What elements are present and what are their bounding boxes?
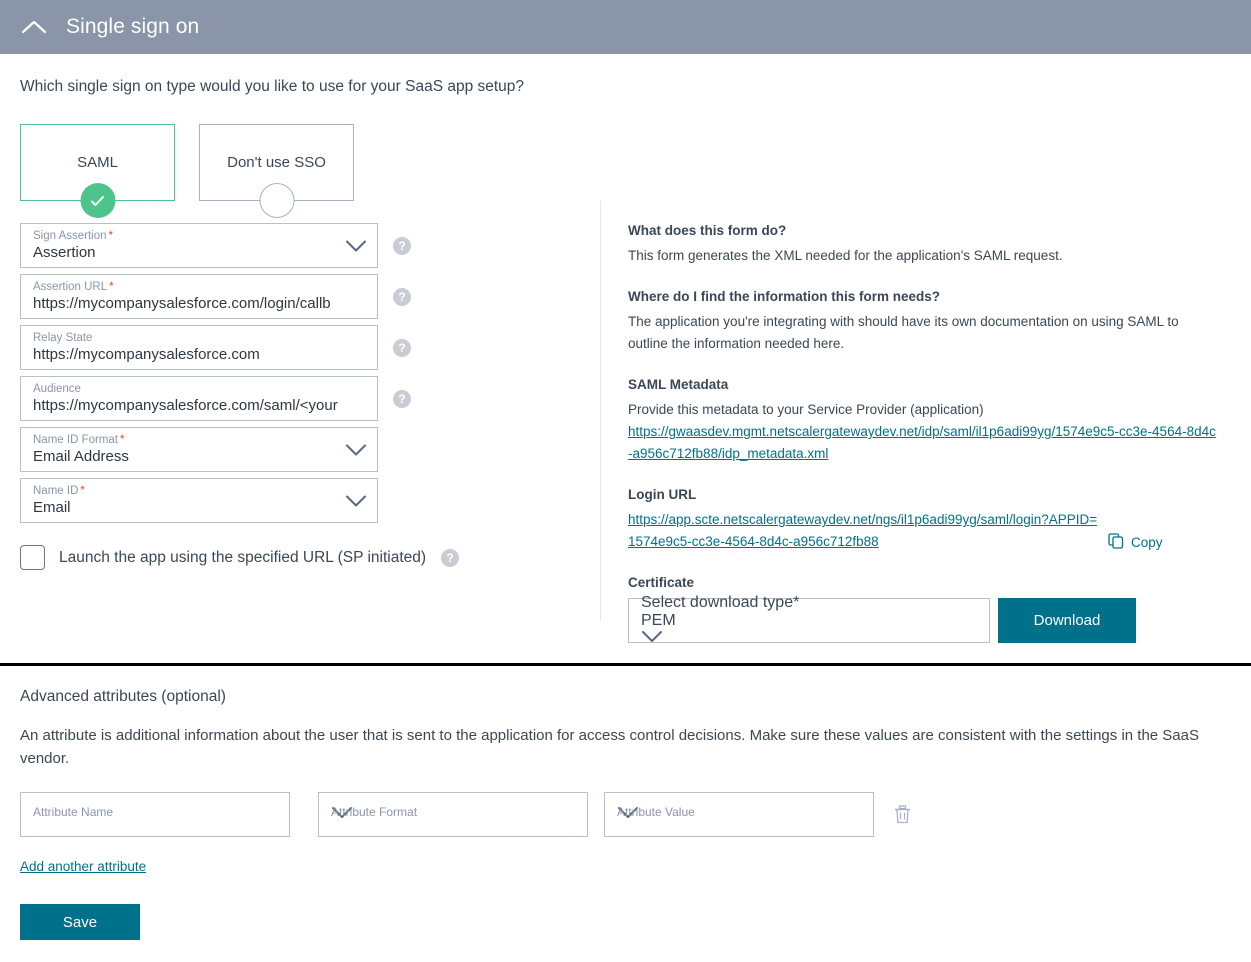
assertion-url-label: Assertion URL*: [33, 281, 343, 294]
download-button[interactable]: Download: [998, 598, 1136, 643]
advanced-attributes-section: Advanced attributes (optional) An attrib…: [0, 666, 1251, 940]
help-icon[interactable]: ?: [393, 339, 411, 357]
name-id-value: Email: [33, 498, 343, 517]
saml-form: Sign Assertion* Assertion ? Assertion UR…: [0, 223, 600, 643]
help-icon[interactable]: ?: [393, 237, 411, 255]
name-id-label: Name ID*: [33, 485, 343, 498]
field-row-name-id-format: Name ID Format* Email Address: [20, 427, 600, 472]
help-icon[interactable]: ?: [441, 549, 459, 567]
sso-type-cards: SAML Don't use SSO: [0, 96, 1251, 201]
advanced-attributes-title: Advanced attributes (optional): [20, 688, 1231, 706]
chevron-down-icon: [345, 443, 367, 456]
field-row-audience: Audience https://mycompanysalesforce.com…: [20, 376, 600, 421]
name-id-format-value: Email Address: [33, 447, 343, 466]
download-type-select[interactable]: Select download type* PEM: [628, 598, 990, 643]
panel-header: Single sign on: [0, 0, 1251, 54]
what-does-form-do-block: What does this form do? This form genera…: [628, 223, 1250, 267]
login-url-row: https://app.scte.netscalergatewaydev.net…: [628, 509, 1250, 553]
column-divider: [600, 201, 601, 621]
launch-app-checkbox-row: Launch the app using the specified URL (…: [20, 545, 600, 570]
download-type-value: PEM: [641, 612, 955, 630]
certificate-block: Certificate Select download type* PEM Do…: [628, 575, 1250, 643]
where-info-heading: Where do I find the information this for…: [628, 289, 1250, 304]
where-info-block: Where do I find the information this for…: [628, 289, 1250, 355]
sign-assertion-value: Assertion: [33, 243, 343, 262]
name-id-format-select[interactable]: Name ID Format* Email Address: [20, 427, 378, 472]
launch-app-checkbox[interactable]: [20, 545, 45, 570]
relay-state-label: Relay State: [33, 332, 343, 345]
saml-metadata-text: Provide this metadata to your Service Pr…: [628, 399, 1218, 421]
attribute-value-select[interactable]: Attribute Value: [604, 792, 874, 837]
chevron-down-icon: [345, 494, 367, 507]
field-row-relay-state: Relay State https://mycompanysalesforce.…: [20, 325, 600, 370]
assertion-url-value: https://mycompanysalesforce.com/login/ca…: [33, 294, 343, 313]
attribute-format-placeholder: Attribute Format: [331, 805, 417, 819]
attribute-name-placeholder: Attribute Name: [33, 805, 113, 819]
field-row-name-id: Name ID* Email: [20, 478, 600, 523]
sso-card-no-sso-label: Don't use SSO: [227, 154, 326, 171]
certificate-heading: Certificate: [628, 575, 1250, 590]
audience-value: https://mycompanysalesforce.com/saml/<yo…: [33, 396, 343, 415]
saml-info-panel: What does this form do? This form genera…: [600, 223, 1250, 643]
trash-icon[interactable]: [894, 805, 911, 825]
sign-assertion-select[interactable]: Sign Assertion* Assertion: [20, 223, 378, 268]
login-url-block: Login URL https://app.scte.netscalergate…: [628, 487, 1250, 553]
relay-state-input[interactable]: Relay State https://mycompanysalesforce.…: [20, 325, 378, 370]
name-id-format-label: Name ID Format*: [33, 434, 343, 447]
field-row-assertion-url: Assertion URL* https://mycompanysalesfor…: [20, 274, 600, 319]
assertion-url-input[interactable]: Assertion URL* https://mycompanysalesfor…: [20, 274, 378, 319]
attribute-format-select[interactable]: Attribute Format: [318, 792, 588, 837]
save-button[interactable]: Save: [20, 904, 140, 940]
advanced-attributes-description: An attribute is additional information a…: [20, 724, 1225, 770]
copy-icon: [1108, 533, 1124, 552]
sso-card-saml[interactable]: SAML: [20, 124, 175, 201]
saml-metadata-link[interactable]: https://gwaasdev.mgmt.netscalergatewayde…: [628, 421, 1218, 465]
login-url-link[interactable]: https://app.scte.netscalergatewaydev.net…: [628, 509, 1098, 553]
saml-metadata-block: SAML Metadata Provide this metadata to y…: [628, 377, 1250, 465]
help-icon[interactable]: ?: [393, 390, 411, 408]
help-icon[interactable]: ?: [393, 288, 411, 306]
certificate-row: Select download type* PEM Download: [628, 598, 1250, 643]
attribute-row: Attribute Name Attribute Format Attribut…: [20, 792, 1231, 837]
copy-button[interactable]: Copy: [1108, 533, 1163, 552]
login-url-heading: Login URL: [628, 487, 1250, 502]
chevron-up-icon[interactable]: [18, 11, 50, 43]
what-does-form-do-heading: What does this form do?: [628, 223, 1250, 238]
page-title: Single sign on: [66, 15, 199, 39]
field-row-sign-assertion: Sign Assertion* Assertion ?: [20, 223, 600, 268]
sso-config-body: Sign Assertion* Assertion ? Assertion UR…: [0, 201, 1251, 643]
launch-app-checkbox-label: Launch the app using the specified URL (…: [59, 549, 426, 567]
chevron-down-icon: [641, 630, 955, 648]
sso-card-saml-label: SAML: [77, 154, 118, 171]
name-id-select[interactable]: Name ID* Email: [20, 478, 378, 523]
copy-button-label: Copy: [1131, 535, 1163, 550]
where-info-text: The application you're integrating with …: [628, 311, 1218, 355]
audience-label: Audience: [33, 383, 343, 396]
what-does-form-do-text: This form generates the XML needed for t…: [628, 245, 1218, 267]
download-type-label: Select download type*: [641, 594, 955, 612]
sign-assertion-label: Sign Assertion*: [33, 230, 343, 243]
saml-metadata-heading: SAML Metadata: [628, 377, 1250, 392]
sso-card-no-sso[interactable]: Don't use SSO: [199, 124, 354, 201]
add-another-attribute-link[interactable]: Add another attribute: [20, 859, 146, 874]
relay-state-value: https://mycompanysalesforce.com: [33, 345, 343, 364]
chevron-down-icon: [345, 239, 367, 252]
sso-type-question: Which single sign on type would you like…: [0, 54, 1251, 96]
audience-input[interactable]: Audience https://mycompanysalesforce.com…: [20, 376, 378, 421]
attribute-value-placeholder: Attribute Value: [617, 805, 695, 819]
attribute-name-input[interactable]: Attribute Name: [20, 792, 290, 837]
